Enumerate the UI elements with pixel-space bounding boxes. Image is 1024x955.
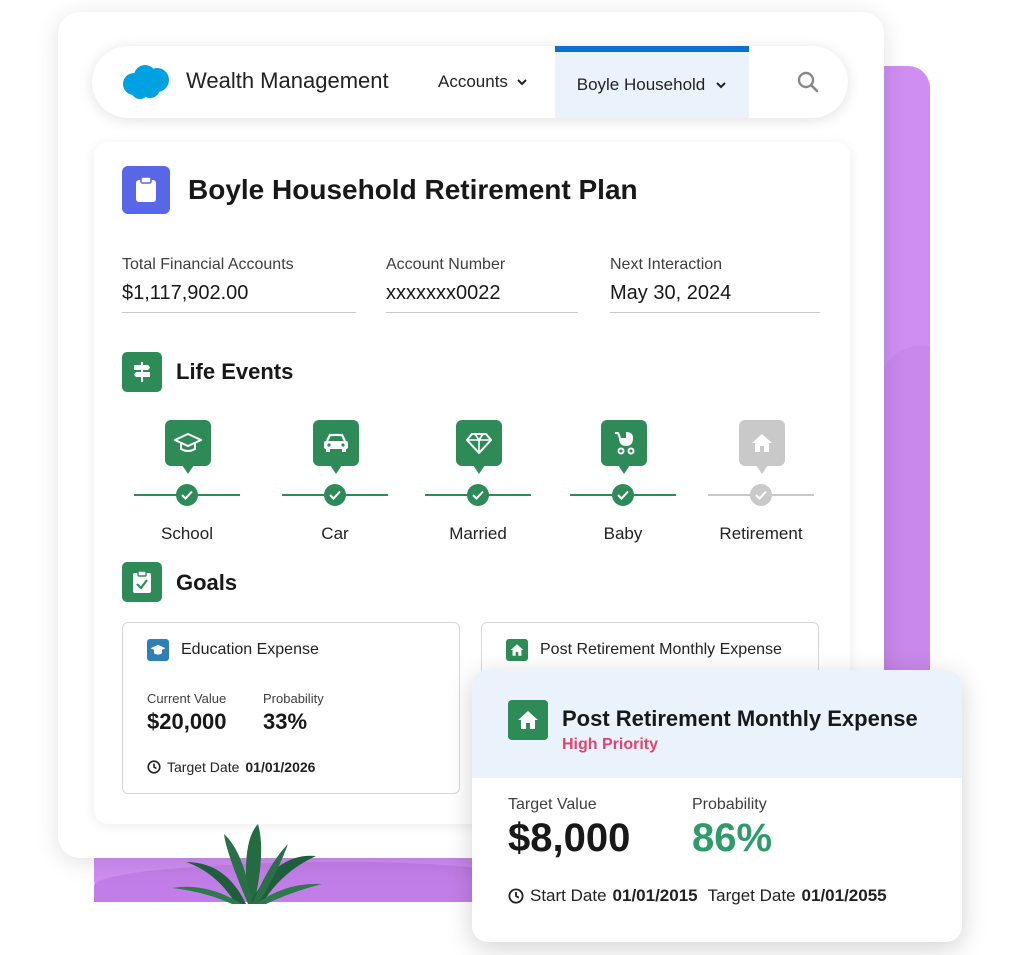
diamond-icon bbox=[456, 420, 502, 474]
field-label: Account Number bbox=[386, 256, 506, 273]
probability-value: 86% bbox=[692, 816, 773, 860]
priority-badge: High Priority bbox=[562, 736, 659, 753]
tab-boyle-household[interactable]: Boyle Household bbox=[555, 46, 749, 118]
check-icon bbox=[324, 484, 346, 506]
field-value: $1,117,902.00 bbox=[122, 282, 249, 304]
nav-accounts-label: Accounts bbox=[438, 72, 508, 91]
target-date: Target Date 01/01/2026 bbox=[147, 759, 315, 775]
salesforce-cloud-logo-icon bbox=[123, 65, 169, 99]
field-label: Total Financial Accounts bbox=[122, 256, 294, 273]
top-navbar: Wealth Management Accounts Boyle Househo… bbox=[92, 46, 848, 118]
goal-title: Education Expense bbox=[181, 641, 319, 658]
goal-title: Post Retirement Monthly Expense bbox=[540, 641, 782, 658]
life-event-car[interactable]: Car bbox=[282, 420, 392, 543]
search-icon[interactable] bbox=[796, 70, 820, 94]
field-value: xxxxxxx0022 bbox=[386, 282, 501, 304]
chevron-down-icon[interactable] bbox=[516, 76, 528, 88]
signpost-icon bbox=[122, 352, 162, 392]
graduation-cap-icon bbox=[147, 639, 169, 661]
clock-icon bbox=[147, 760, 161, 774]
field-account-number: Account Number xxxxxxx0022 bbox=[386, 256, 578, 313]
life-event-label: School bbox=[161, 524, 213, 543]
probability-value: 33% bbox=[263, 709, 308, 734]
target-date-value: 01/01/2026 bbox=[245, 759, 316, 775]
stroller-icon bbox=[601, 420, 647, 474]
chevron-down-icon[interactable] bbox=[715, 79, 727, 91]
field-total-financial-accounts: Total Financial Accounts $1,117,902.00 bbox=[122, 256, 356, 313]
check-icon bbox=[176, 484, 198, 506]
life-event-label: Car bbox=[321, 524, 349, 543]
life-event-label: Married bbox=[449, 524, 507, 543]
field-value: May 30, 2024 bbox=[610, 282, 732, 304]
target-date-value: 01/01/2055 bbox=[801, 886, 887, 905]
clock-icon bbox=[508, 888, 524, 904]
target-value-label: Target Value bbox=[508, 796, 597, 813]
field-label: Next Interaction bbox=[610, 256, 723, 273]
tab-boyle-household-label: Boyle Household bbox=[576, 75, 706, 94]
life-event-baby[interactable]: Baby bbox=[570, 420, 680, 543]
target-date-label: Target Date bbox=[167, 759, 240, 775]
life-event-retirement[interactable]: Retirement bbox=[708, 420, 818, 543]
app-name: Wealth Management bbox=[186, 68, 389, 93]
life-events-title: Life Events bbox=[176, 359, 294, 384]
probability-label: Probability bbox=[692, 796, 767, 813]
goal-detail-title: Post Retirement Monthly Expense bbox=[562, 706, 918, 731]
check-icon bbox=[467, 484, 489, 506]
backdrop-swirl bbox=[880, 346, 930, 706]
start-date-value: 01/01/2015 bbox=[612, 886, 698, 905]
field-next-interaction: Next Interaction May 30, 2024 bbox=[610, 256, 820, 313]
life-event-school[interactable]: School bbox=[134, 420, 244, 543]
nav-accounts-menu[interactable]: Accounts bbox=[438, 72, 528, 92]
goal-dates: Start Date 01/01/2015 Target Date 01/01/… bbox=[508, 886, 887, 906]
page-title: Boyle Household Retirement Plan bbox=[188, 174, 638, 205]
home-icon bbox=[506, 639, 528, 661]
start-date-label: Start Date bbox=[530, 886, 607, 905]
current-value: $20,000 bbox=[147, 709, 227, 734]
car-icon bbox=[313, 420, 359, 474]
home-icon bbox=[508, 700, 548, 740]
clipboard-check-icon bbox=[122, 562, 162, 602]
home-icon bbox=[739, 420, 785, 474]
graduation-cap-icon bbox=[165, 420, 211, 474]
life-event-label: Retirement bbox=[719, 524, 803, 543]
goals-title: Goals bbox=[176, 570, 238, 595]
probability-label: Probability bbox=[263, 691, 324, 706]
target-date-label: Target Date bbox=[707, 886, 796, 905]
plant-illustration bbox=[172, 824, 322, 904]
current-value-label: Current Value bbox=[147, 691, 227, 706]
goal-detail-card[interactable]: Post Retirement Monthly Expense High Pri… bbox=[472, 670, 962, 942]
goal-card-education[interactable]: Education Expense Current Value $20,000 … bbox=[122, 622, 460, 794]
life-event-married[interactable]: Married bbox=[425, 420, 535, 543]
life-event-label: Baby bbox=[603, 524, 643, 543]
clipboard-icon bbox=[122, 166, 170, 214]
target-value: $8,000 bbox=[508, 816, 631, 860]
check-icon bbox=[750, 484, 772, 506]
check-icon bbox=[612, 484, 634, 506]
